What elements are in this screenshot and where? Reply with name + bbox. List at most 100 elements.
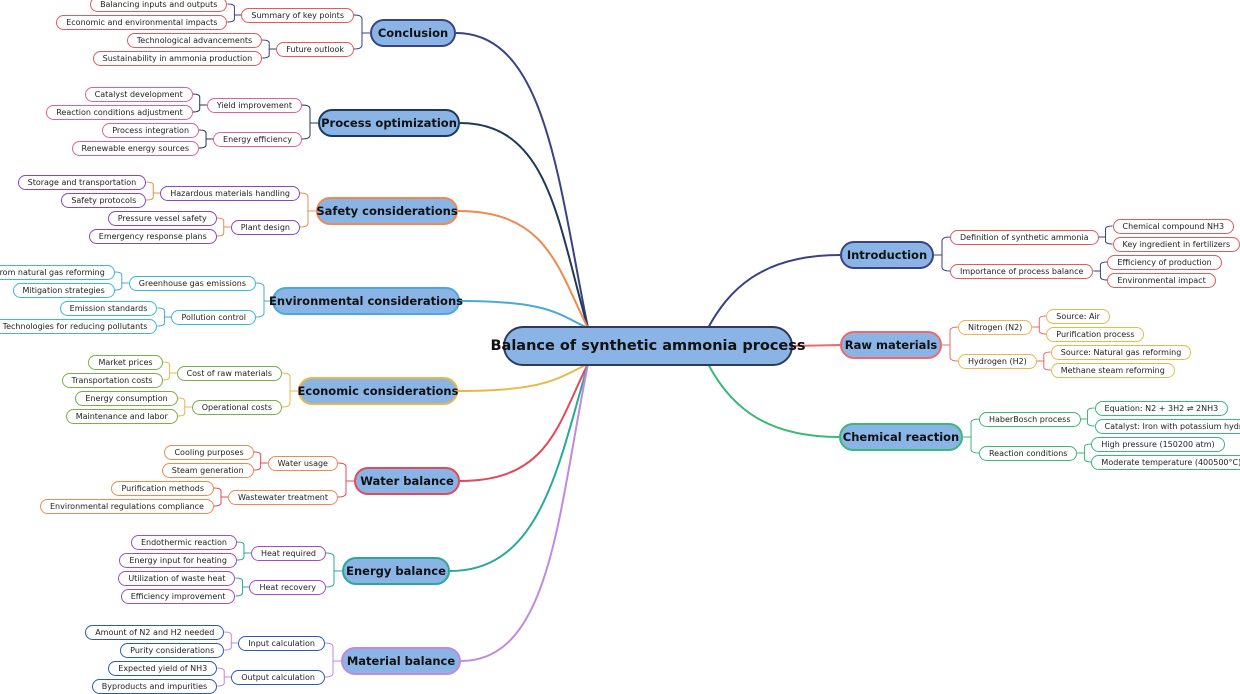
leaf-topic[interactable]: Energy consumption xyxy=(75,391,177,406)
main-topic-introduction[interactable]: Introduction xyxy=(840,241,934,269)
subtopic[interactable]: Plant design xyxy=(231,220,300,235)
connector-line xyxy=(354,15,370,33)
subtopic[interactable]: Hydrogen (H2) xyxy=(958,354,1037,369)
main-topic-safety-considerations[interactable]: Safety considerations xyxy=(316,197,458,225)
leaf-topic[interactable]: Moderate temperature (400500°C) xyxy=(1091,455,1240,470)
leaf-topic[interactable]: Endothermic reaction xyxy=(131,535,237,550)
connector-line xyxy=(460,123,588,328)
leaf-topic[interactable]: Efficiency improvement xyxy=(121,589,236,604)
leaf-topic[interactable]: Renewable energy sources xyxy=(72,141,199,156)
leaf-topic[interactable]: Emission standards xyxy=(60,301,158,316)
subtopic[interactable]: Operational costs xyxy=(192,400,282,415)
leaf-topic[interactable]: Catalyst: Iron with potassium hydroxide xyxy=(1095,419,1240,434)
leaf-topic[interactable]: Key ingredient in fertilizers xyxy=(1113,237,1240,252)
leaf-topic[interactable]: Environmental regulations compliance xyxy=(40,499,214,514)
connector-line xyxy=(1099,226,1113,237)
subtopic[interactable]: Hazardous materials handling xyxy=(160,186,300,201)
subtopic[interactable]: Water usage xyxy=(268,456,338,471)
leaf-topic[interactable]: Amount of N2 and H2 needed xyxy=(85,625,224,640)
subtopic[interactable]: HaberBosch process xyxy=(979,412,1081,427)
subtopic[interactable]: Nitrogen (N2) xyxy=(958,320,1032,335)
leaf-topic[interactable]: Energy input for heating xyxy=(119,553,237,568)
main-topic-environmental-considerations[interactable]: Environmental considerations xyxy=(272,287,460,315)
subtopic[interactable]: Heat recovery xyxy=(249,580,326,595)
leaf-topic[interactable]: Purification methods xyxy=(111,481,214,496)
leaf-topic[interactable]: Purification process xyxy=(1046,327,1144,342)
subtopic[interactable]: Greenhouse gas emissions xyxy=(129,276,256,291)
leaf-topic[interactable]: Source: Air xyxy=(1046,309,1110,324)
connector-line xyxy=(1077,453,1091,462)
leaf-topic[interactable]: Safety protocols xyxy=(61,193,146,208)
leaf-topic[interactable]: Transportation costs xyxy=(62,373,163,388)
leaf-topic[interactable]: Process integration xyxy=(102,123,199,138)
root-topic[interactable]: Balance of synthetic ammonia process xyxy=(503,326,793,366)
leaf-topic[interactable]: Emergency response plans xyxy=(89,229,217,244)
leaf-topic[interactable]: Mitigation strategies xyxy=(13,283,115,298)
connector-line xyxy=(708,364,839,437)
connector-line xyxy=(708,255,840,328)
connector-line xyxy=(963,437,979,453)
main-topic-process-optimization[interactable]: Process optimization xyxy=(318,109,460,137)
leaf-topic[interactable]: Economic and environmental impacts xyxy=(56,15,227,30)
leaf-topic[interactable]: Technologies for reducing pollutants xyxy=(0,319,157,334)
subtopic[interactable]: Yield improvement xyxy=(207,98,302,113)
main-topic-water-balance[interactable]: Water balance xyxy=(354,467,460,495)
connector-line xyxy=(235,578,249,587)
leaf-topic[interactable]: Source: Natural gas reforming xyxy=(1051,345,1192,360)
connector-line xyxy=(461,364,588,661)
connector-line xyxy=(163,362,177,373)
leaf-topic[interactable]: Byproducts and impurities xyxy=(92,679,217,694)
subtopic[interactable]: Energy efficiency xyxy=(213,132,302,147)
leaf-topic[interactable]: CO2 from natural gas reforming xyxy=(0,265,115,280)
leaf-topic[interactable]: Technological advancements xyxy=(127,33,262,48)
leaf-topic[interactable]: High pressure (150200 atm) xyxy=(1091,437,1224,452)
leaf-topic[interactable]: Sustainability in ammonia production xyxy=(93,51,263,66)
leaf-topic[interactable]: Equation: N2 + 3H2 ⇌ 2NH3 xyxy=(1095,401,1229,416)
connector-line xyxy=(214,497,228,506)
leaf-topic[interactable]: Catalyst development xyxy=(85,87,193,102)
main-topic-chemical-reaction[interactable]: Chemical reaction xyxy=(839,423,963,451)
main-topic-raw-materials[interactable]: Raw materials xyxy=(840,331,942,359)
connector-line xyxy=(326,553,342,571)
connector-line xyxy=(157,308,171,317)
connector-line xyxy=(338,463,354,481)
leaf-topic[interactable]: Utilization of waste heat xyxy=(118,571,235,586)
connector-line xyxy=(217,227,231,236)
connector-line xyxy=(235,587,249,596)
leaf-topic[interactable]: Cooling purposes xyxy=(164,445,253,460)
subtopic[interactable]: Reaction conditions xyxy=(979,446,1077,461)
subtopic[interactable]: Heat required xyxy=(251,546,326,561)
connector-line xyxy=(300,193,316,211)
connector-line xyxy=(354,33,370,49)
main-topic-energy-balance[interactable]: Energy balance xyxy=(342,557,450,585)
subtopic[interactable]: Future outlook xyxy=(276,42,354,57)
leaf-topic[interactable]: Pressure vessel safety xyxy=(108,211,217,226)
leaf-topic[interactable]: Balancing inputs and outputs xyxy=(90,0,227,12)
subtopic[interactable]: Output calculation xyxy=(231,670,325,685)
leaf-topic[interactable]: Purity considerations xyxy=(120,643,224,658)
leaf-topic[interactable]: Maintenance and labor xyxy=(66,409,178,424)
leaf-topic[interactable]: Methane steam reforming xyxy=(1051,363,1175,378)
leaf-topic[interactable]: Storage and transportation xyxy=(18,175,147,190)
leaf-topic[interactable]: Environmental impact xyxy=(1107,273,1215,288)
subtopic[interactable]: Definition of synthetic ammonia xyxy=(950,230,1099,245)
main-topic-conclusion[interactable]: Conclusion xyxy=(370,19,456,47)
subtopic[interactable]: Input calculation xyxy=(238,636,325,651)
connector-line xyxy=(178,407,192,416)
subtopic[interactable]: Wastewater treatment xyxy=(228,490,338,505)
subtopic[interactable]: Cost of raw materials xyxy=(177,366,282,381)
subtopic[interactable]: Summary of key points xyxy=(241,8,354,23)
leaf-topic[interactable]: Expected yield of NH3 xyxy=(108,661,217,676)
leaf-topic[interactable]: Reaction conditions adjustment xyxy=(46,105,192,120)
leaf-topic[interactable]: Market prices xyxy=(88,355,162,370)
leaf-topic[interactable]: Efficiency of production xyxy=(1107,255,1221,270)
leaf-topic[interactable]: Chemical compound NH3 xyxy=(1113,219,1235,234)
leaf-topic[interactable]: Steam generation xyxy=(162,463,254,478)
connector-line xyxy=(193,94,207,105)
subtopic[interactable]: Pollution control xyxy=(171,310,256,325)
connector-line xyxy=(224,643,238,650)
main-topic-material-balance[interactable]: Material balance xyxy=(341,647,461,675)
main-topic-economic-considerations[interactable]: Economic considerations xyxy=(298,377,458,405)
subtopic[interactable]: Importance of process balance xyxy=(950,264,1093,279)
connector-line xyxy=(146,182,160,193)
